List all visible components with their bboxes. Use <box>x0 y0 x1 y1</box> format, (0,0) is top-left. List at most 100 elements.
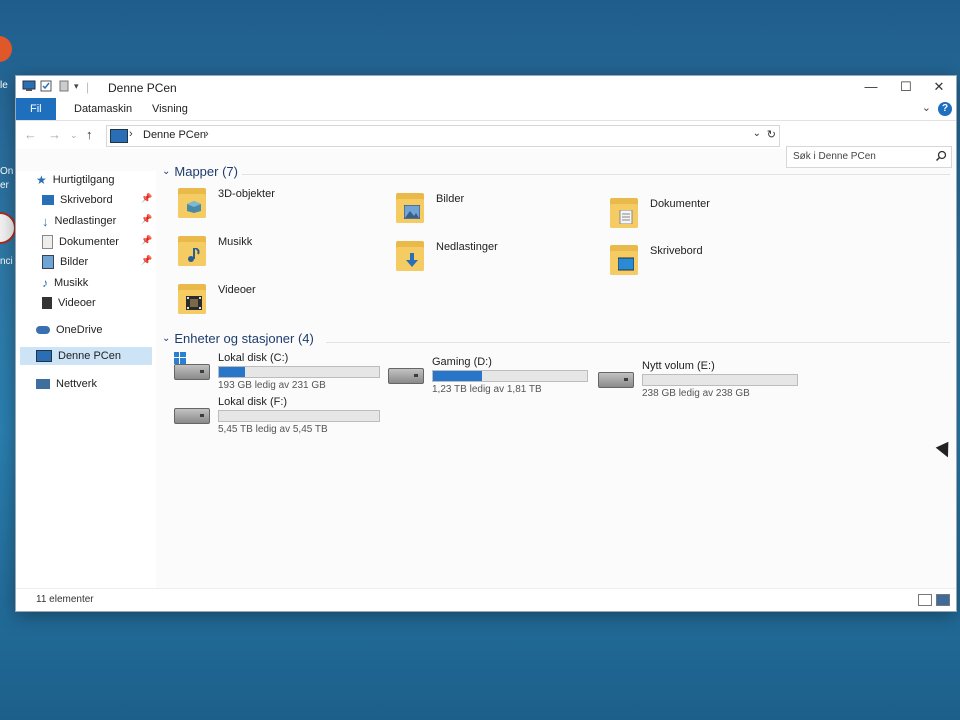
sidebar-item-skrivebord[interactable]: Skrivebord <box>42 191 113 209</box>
tab-visning[interactable]: Visning <box>140 98 200 120</box>
drive-info: Gaming (D:) 1,23 TB ledig av 1,81 TB <box>432 356 588 395</box>
item-count: 11 elementer <box>36 594 94 605</box>
group-title: Mapper (7) <box>174 164 238 179</box>
desktop-icon <box>608 243 642 277</box>
status-bar: 11 elementer <box>16 588 956 611</box>
sidebar-item-network[interactable]: Nettverk <box>36 375 97 393</box>
pin-icon[interactable]: 📌 <box>141 214 152 225</box>
sidebar-item-label: Musikk <box>54 277 89 289</box>
drive-name: Lokal disk (C:) <box>218 352 289 364</box>
folder-name: 3D-objekter <box>218 188 275 200</box>
desktop-app-icon[interactable] <box>0 36 12 62</box>
tab-datamaskin[interactable]: Datamaskin <box>62 98 144 120</box>
desktop-icon-label: le <box>0 80 8 91</box>
computer-icon <box>22 80 36 95</box>
ribbon-controls: ⌄ ? <box>922 101 952 116</box>
folders-group-header[interactable]: ⌄ Mapper (7) <box>162 164 238 179</box>
drive-f[interactable]: Lokal disk (F:) 5,45 TB ledig av 5,45 TB <box>174 396 380 435</box>
back-arrow-icon[interactable]: ← <box>24 127 37 142</box>
folder-videoer[interactable]: Videoer <box>176 282 256 316</box>
navigation-bar: ← → ⌄ ↑ › Denne PCen › ⌄ ↻ <box>16 121 956 149</box>
desktop-clock-icon[interactable] <box>0 212 16 244</box>
usage-bar <box>218 410 380 422</box>
pin-icon[interactable]: 📌 <box>141 235 152 246</box>
folder-3d-objects[interactable]: 3D-objekter <box>176 186 275 220</box>
hard-drive-icon <box>174 396 210 424</box>
folder-name: Dokumenter <box>650 198 710 210</box>
new-folder-icon[interactable] <box>58 80 70 95</box>
folder-skrivebord[interactable]: Skrivebord <box>608 243 703 277</box>
window-title: Denne PCen <box>108 81 177 95</box>
sidebar-item-videoer[interactable]: Videoer <box>42 294 96 312</box>
drive-d[interactable]: Gaming (D:) 1,23 TB ledig av 1,81 TB <box>388 356 588 395</box>
windows-logo-icon <box>174 352 186 364</box>
folder-name: Bilder <box>436 193 465 205</box>
drive-c[interactable]: Lokal disk (C:) 193 GB ledig av 231 GB <box>174 352 380 391</box>
help-icon[interactable]: ? <box>938 102 952 116</box>
details-view-icon[interactable] <box>918 594 932 606</box>
sidebar-item-label: Videoer <box>58 297 96 309</box>
sidebar-item-label: OneDrive <box>56 324 103 336</box>
pin-icon[interactable]: 📌 <box>141 193 152 204</box>
network-icon <box>36 379 50 389</box>
expand-ribbon-icon[interactable]: ⌄ <box>922 102 931 114</box>
folder-name: Videoer <box>218 284 256 296</box>
videos-icon <box>42 297 52 309</box>
chevron-down-icon: ⌄ <box>162 166 171 177</box>
folder-musikk[interactable]: Musikk <box>176 234 252 268</box>
drive-info: Lokal disk (F:) 5,45 TB ledig av 5,45 TB <box>218 396 380 435</box>
ribbon: Fil Datamaskin Visning ⌄ ? <box>16 98 956 121</box>
sidebar-item-bilder[interactable]: Bilder <box>42 253 88 271</box>
view-switcher <box>918 594 950 606</box>
pin-icon[interactable]: 📌 <box>141 255 152 266</box>
large-icons-view-icon[interactable] <box>936 594 950 606</box>
drive-free-space: 193 GB ledig av 231 GB <box>218 380 326 391</box>
forward-arrow-icon[interactable]: → <box>48 127 61 142</box>
sidebar-item-quick-access[interactable]: ★ Hurtigtilgang <box>36 171 115 189</box>
drive-name: Gaming (D:) <box>432 356 492 368</box>
sidebar-item-label: Bilder <box>60 256 89 268</box>
navigation-pane: ★ Hurtigtilgang Skrivebord 📌 ↓ Nedlastin… <box>16 171 156 589</box>
drive-free-space: 5,45 TB ledig av 5,45 TB <box>218 424 328 435</box>
tab-fil[interactable]: Fil <box>16 98 56 120</box>
breadcrumb[interactable]: Denne PCen <box>143 129 206 141</box>
folder-nedlastinger[interactable]: Nedlastinger <box>394 239 498 273</box>
address-bar[interactable]: › Denne PCen › ⌄ ↻ <box>106 125 780 147</box>
cloud-icon <box>36 326 50 334</box>
folder-bilder[interactable]: Bilder <box>394 191 464 225</box>
maximize-button[interactable]: ☐ <box>891 78 921 96</box>
address-dropdown-icon[interactable]: ⌄ <box>753 128 761 139</box>
desktop-icon <box>42 195 54 205</box>
content-pane: ⌄ Mapper (7) 3D-objekter Bilder Dokument… <box>156 156 956 589</box>
title-bar: ▾ | Denne PCen — ☐ ✕ <box>16 76 956 98</box>
folder-dokumenter[interactable]: Dokumenter <box>608 196 710 230</box>
sidebar-item-this-pc[interactable]: Denne PCen <box>20 347 152 365</box>
minimize-button[interactable]: — <box>856 78 886 96</box>
sidebar-item-onedrive[interactable]: OneDrive <box>36 321 102 339</box>
customize-dropdown-icon[interactable]: ▾ <box>74 81 79 92</box>
drive-info: Lokal disk (C:) 193 GB ledig av 231 GB <box>218 352 380 391</box>
breadcrumb-separator[interactable]: › <box>205 128 209 140</box>
drive-free-space: 238 GB ledig av 238 GB <box>642 388 750 399</box>
up-arrow-icon[interactable]: ↑ <box>86 127 93 142</box>
close-button[interactable]: ✕ <box>924 78 954 96</box>
properties-checkbox-icon[interactable] <box>40 80 52 95</box>
drive-e[interactable]: Nytt volum (E:) 238 GB ledig av 238 GB <box>598 360 798 399</box>
recent-dropdown-icon[interactable]: ⌄ <box>70 130 78 141</box>
this-pc-icon <box>110 129 128 143</box>
sidebar-item-musikk[interactable]: ♪ Musikk <box>42 274 88 292</box>
breadcrumb-separator[interactable]: › <box>129 128 133 140</box>
videos-icon <box>176 282 210 316</box>
group-title: Enheter og stasjoner (4) <box>174 331 314 346</box>
refresh-icon[interactable]: ↻ <box>767 128 776 141</box>
music-icon <box>176 234 210 268</box>
sidebar-item-dokumenter[interactable]: Dokumenter <box>42 233 119 251</box>
sidebar-item-nedlastinger[interactable]: ↓ Nedlastinger <box>42 212 116 230</box>
folder-name: Skrivebord <box>650 245 703 257</box>
usage-bar <box>218 366 380 378</box>
documents-icon <box>42 235 53 249</box>
download-icon: ↓ <box>42 213 49 229</box>
sidebar-item-label: Hurtigtilgang <box>52 174 115 186</box>
drives-group-header[interactable]: ⌄ Enheter og stasjoner (4) <box>162 331 314 346</box>
usage-bar <box>432 370 588 382</box>
